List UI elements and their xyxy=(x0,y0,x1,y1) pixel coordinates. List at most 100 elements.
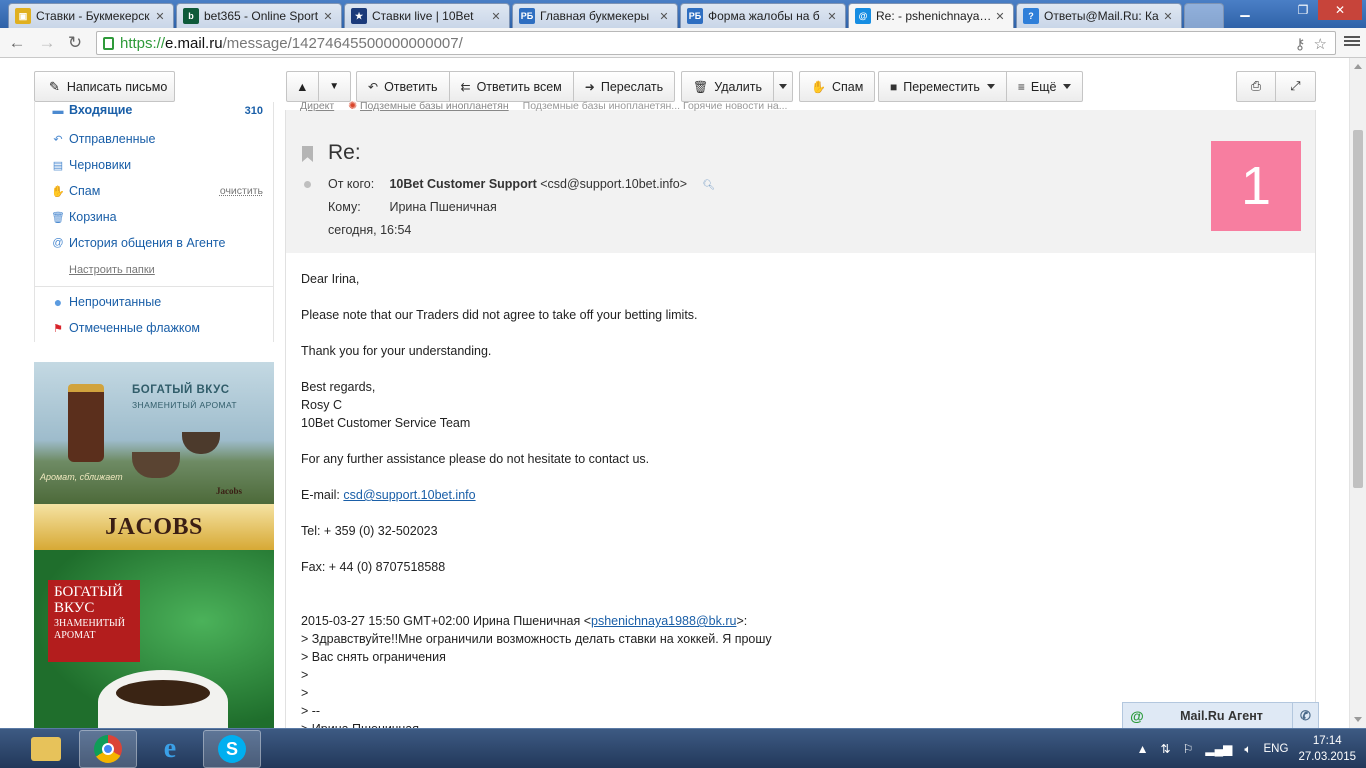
scroll-up-icon[interactable] xyxy=(1354,64,1362,69)
scroll-down-icon[interactable] xyxy=(1354,717,1362,722)
setup-folders-link[interactable]: Настроить папки xyxy=(69,264,155,276)
ad-brand-logo: JACOBS xyxy=(34,504,274,550)
signal-icon[interactable]: ▂▄▆ xyxy=(1205,742,1232,756)
mailru-agent-widget[interactable]: @ Mail.Ru Агент ✆ xyxy=(1122,702,1319,728)
sidebar-item-sent[interactable]: ↶ Отправленные xyxy=(51,129,263,149)
delete-button[interactable]: 🗑 Удалить xyxy=(682,72,774,101)
browser-tab[interactable]: РБ Главная букмекеры ✕ xyxy=(512,3,678,28)
flag-icon: ⚑ xyxy=(53,322,63,335)
star-icon[interactable]: ☆ xyxy=(1314,35,1327,53)
chevron-down-icon xyxy=(1063,84,1072,89)
next-message-button[interactable]: ▼ xyxy=(319,72,350,101)
more-button[interactable]: ≡ Ещё xyxy=(1007,72,1083,101)
close-tab-icon[interactable]: ✕ xyxy=(1163,10,1173,23)
print-button[interactable]: ⎙ xyxy=(1237,72,1276,101)
ad-slogan: Аромат, сближает xyxy=(40,472,123,482)
close-tab-icon[interactable]: ✕ xyxy=(323,10,333,23)
folder-icon xyxy=(31,737,61,761)
show-hidden-icons[interactable]: ▲ xyxy=(1137,742,1149,756)
browser-tab[interactable]: ▣ Ставки - Букмекерск ✕ xyxy=(8,3,174,28)
prev-message-button[interactable]: ▲ xyxy=(287,72,319,101)
filter-label: Непрочитанные xyxy=(69,295,162,309)
quote-line: > xyxy=(301,686,309,700)
unread-dot-icon: ● xyxy=(53,294,63,310)
quote-line: > Ирина Пшеничная xyxy=(301,720,772,728)
sidebar-item-spam[interactable]: ✋ Спам очистить xyxy=(51,181,263,201)
search-icon[interactable]: 🔍︎ xyxy=(703,180,716,191)
scroll-thumb[interactable] xyxy=(1353,130,1363,488)
chevron-down-icon xyxy=(986,84,995,89)
skype-icon: S xyxy=(218,735,246,763)
clear-spam-link[interactable]: очистить xyxy=(220,185,263,197)
jacobs-ad-banner[interactable]: БОГАТЫЙ ВКУС ЗНАМЕНИТЫЙ АРОМАТ Аромат, с… xyxy=(34,362,274,728)
spam-icon: ✋ xyxy=(51,185,65,198)
delete-dropdown[interactable] xyxy=(774,72,792,101)
sidebar-item-agent-history[interactable]: @ История общения в Агенте xyxy=(51,233,263,253)
bookmark-flag-icon[interactable] xyxy=(302,146,313,162)
sidebar-item-drafts[interactable]: ▤ Черновики xyxy=(51,155,263,175)
close-window-icon[interactable]: ✕ xyxy=(1318,0,1362,20)
browser-tab[interactable]: ★ Ставки live | 10Bet ✕ xyxy=(344,3,510,28)
restore-icon[interactable]: ❐ xyxy=(1290,0,1316,20)
address-bar[interactable]: https://e.mail.ru/message/14274645500000… xyxy=(96,31,1336,55)
url-scheme: https:// xyxy=(120,34,166,52)
browser-tab[interactable]: РБ Форма жалобы на б ✕ xyxy=(680,3,846,28)
filter-flagged[interactable]: ⚑ Отмеченные флажком xyxy=(51,318,263,338)
spam-button[interactable]: ✋ Спам xyxy=(800,72,874,101)
explorer-taskbar-button[interactable] xyxy=(17,730,75,768)
sidebar-item-trash[interactable]: 🗑 Корзина xyxy=(51,207,263,227)
phone-icon[interactable]: ✆ xyxy=(1292,703,1318,728)
internet-explorer-icon: e xyxy=(163,733,177,764)
network-activity-icon[interactable]: ⇅ xyxy=(1161,742,1171,756)
sender-name[interactable]: 10Bet Customer Support xyxy=(389,177,536,191)
fullscreen-button[interactable]: ⤢ xyxy=(1276,72,1315,101)
clock[interactable]: 17:14 27.03.2015 xyxy=(1298,733,1356,765)
delete-group: 🗑 Удалить xyxy=(681,71,793,102)
quote-email-link[interactable]: pshenichnaya1988@bk.ru xyxy=(591,614,736,628)
browser-toolbar: ← → ↻ https://e.mail.ru/message/14274645… xyxy=(0,28,1366,58)
reply-all-button[interactable]: ⇇ Ответить всем xyxy=(450,72,574,101)
browser-tab-active[interactable]: @ Re: - pshenichnaya19 ✕ xyxy=(848,3,1014,28)
close-tab-icon[interactable]: ✕ xyxy=(995,10,1005,23)
email-link[interactable]: csd@support.10bet.info xyxy=(343,488,475,502)
chrome-taskbar-button[interactable] xyxy=(79,730,137,768)
chrome-menu-icon[interactable] xyxy=(1344,34,1360,50)
coffee-cup-image xyxy=(98,670,228,728)
move-button[interactable]: ■ Переместить xyxy=(879,72,1007,101)
close-tab-icon[interactable]: ✕ xyxy=(155,10,165,23)
new-tab-button[interactable] xyxy=(1184,3,1224,28)
recipient-name[interactable]: Ирина Пшеничная xyxy=(389,200,496,214)
sidebar-item-inbox[interactable]: ▬ Входящие 310 xyxy=(51,103,264,117)
flag-icon[interactable]: ⚐ xyxy=(1183,742,1194,756)
forward-icon[interactable]: → xyxy=(36,32,58,54)
skype-taskbar-button[interactable]: S xyxy=(203,730,261,768)
close-tab-icon[interactable]: ✕ xyxy=(827,10,837,23)
reply-button[interactable]: ↶ Ответить xyxy=(357,72,450,101)
browser-tab[interactable]: ? Ответы@Mail.Ru: Ка ✕ xyxy=(1016,3,1182,28)
filter-unread[interactable]: ● Непрочитанные xyxy=(51,292,263,312)
compose-button[interactable]: ✎ Написать письмо xyxy=(34,71,175,102)
reload-icon[interactable]: ↻ xyxy=(64,32,86,54)
quote-header: 2015-03-27 15:50 GMT+02:00 Ирина Пшеничн… xyxy=(301,612,772,630)
read-status-icon[interactable] xyxy=(304,181,311,188)
reply-group: ↶ Ответить ⇇ Ответить всем ➜ Переслать xyxy=(356,71,676,102)
view-group: ⎙ ⤢ xyxy=(1236,71,1316,102)
forward-button[interactable]: ➜ Переслать xyxy=(574,72,674,101)
back-icon[interactable]: ← xyxy=(6,32,28,54)
language-indicator[interactable]: ENG xyxy=(1264,743,1289,755)
ie-taskbar-button[interactable]: e xyxy=(141,730,199,768)
direct-ad-strip[interactable]: Директ ✺ Подземные базы инопланетян Подземн… xyxy=(300,100,787,112)
direct-link[interactable]: Подземные базы инопланетян xyxy=(360,100,509,112)
bookmaker-icon: ▣ xyxy=(15,8,31,24)
minimize-icon[interactable]: ▁ xyxy=(1232,0,1258,20)
key-icon[interactable]: ⚷ xyxy=(1295,35,1306,53)
direct-label[interactable]: Директ xyxy=(300,100,334,112)
page-scrollbar[interactable] xyxy=(1349,58,1366,728)
quote-head-text: 2015-03-27 15:50 GMT+02:00 Ирина Пшеничн… xyxy=(301,614,591,628)
close-tab-icon[interactable]: ✕ xyxy=(659,10,669,23)
browser-tab[interactable]: b bet365 - Online Sport ✕ xyxy=(176,3,342,28)
windows-taskbar: e S ▲ ⇅ ⚐ ▂▄▆ 🔈︎ ENG 17:14 27.03.2015 xyxy=(0,728,1366,768)
sender-email[interactable]: <csd@support.10bet.info> xyxy=(540,177,687,191)
close-tab-icon[interactable]: ✕ xyxy=(491,10,501,23)
volume-icon[interactable]: 🔈︎ xyxy=(1244,742,1251,757)
